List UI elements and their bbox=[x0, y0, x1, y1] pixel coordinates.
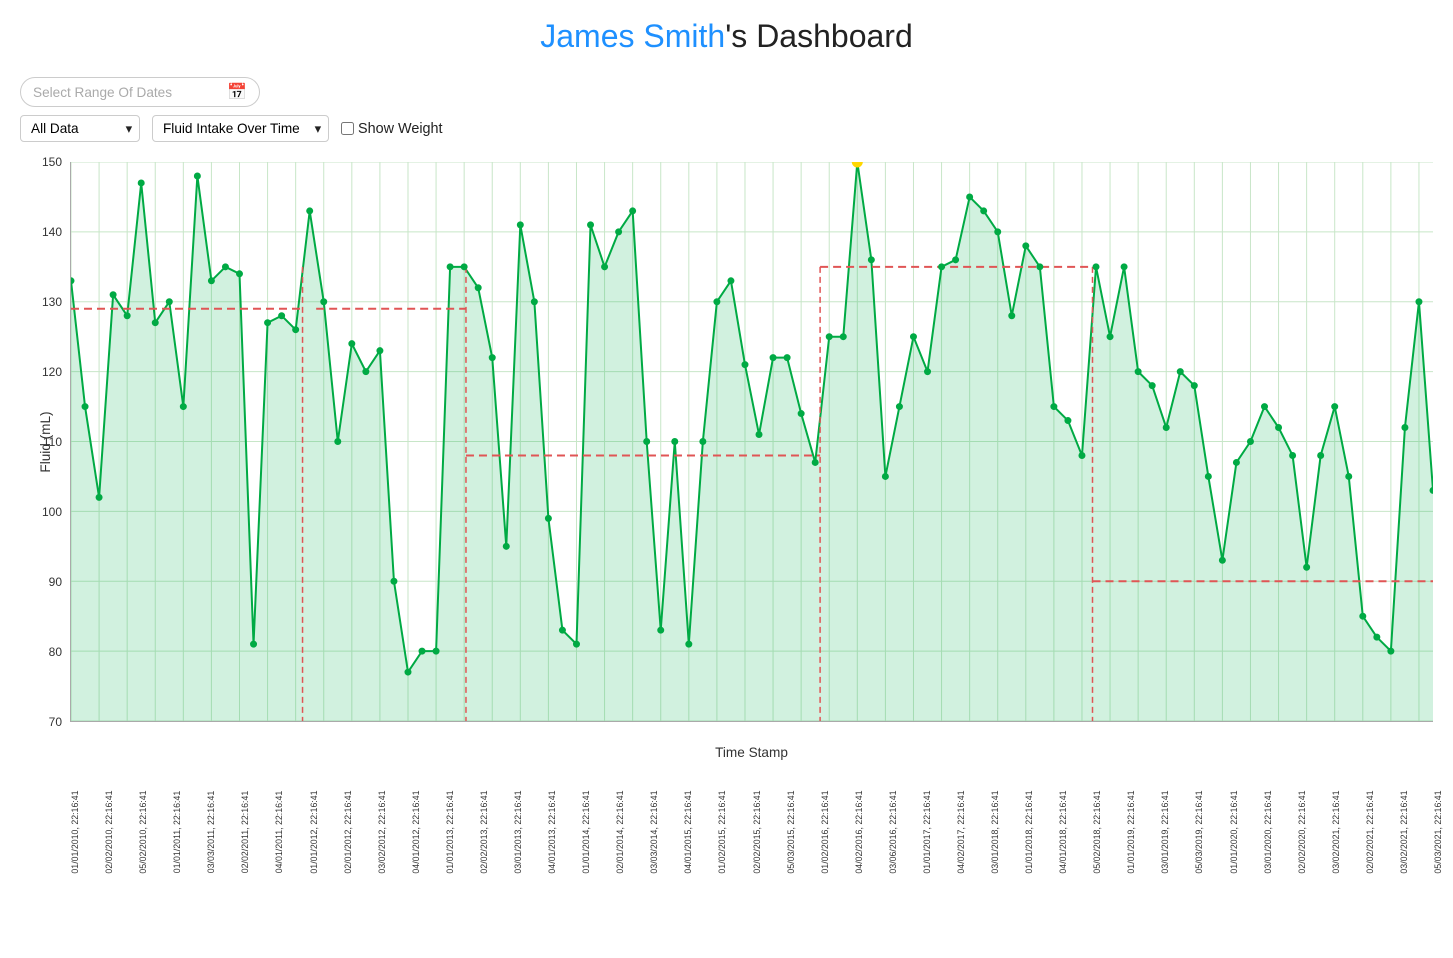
x-tick-label: 05/02/2018, 22:16:41 bbox=[1092, 790, 1102, 873]
x-tick-label: 01/01/2017, 22:16:41 bbox=[922, 790, 932, 873]
x-tick-label: 05/03/2021, 22:16:41 bbox=[1433, 790, 1443, 873]
x-tick-label: 02/01/2014, 22:16:41 bbox=[615, 790, 625, 873]
x-axis-label: Time Stamp bbox=[715, 745, 788, 760]
x-tick-label: 04/02/2016, 22:16:41 bbox=[854, 790, 864, 873]
x-tick-label: 01/01/2013, 22:16:41 bbox=[445, 790, 455, 873]
x-tick-label: 03/03/2011, 22:16:41 bbox=[206, 791, 216, 874]
calendar-icon: 📅 bbox=[227, 82, 247, 102]
x-tick-label: 01/01/2012, 22:16:41 bbox=[309, 790, 319, 873]
x-tick-label: 03/02/2012, 22:16:41 bbox=[377, 790, 387, 873]
y-tick-label: 70 bbox=[49, 715, 62, 729]
y-tick-label: 150 bbox=[42, 155, 62, 169]
chart-area bbox=[70, 162, 1433, 722]
x-tick-label: 02/02/2021, 22:16:41 bbox=[1365, 790, 1375, 873]
x-tick-label: 04/01/2013, 22:16:41 bbox=[547, 790, 557, 873]
y-tick-label: 100 bbox=[42, 505, 62, 519]
x-tick-label: 03/03/2014, 22:16:41 bbox=[649, 790, 659, 873]
all-data-select-wrapper: All DataLast 30 DaysLast 90 DaysLast Yea… bbox=[20, 115, 140, 142]
y-tick-label: 120 bbox=[42, 365, 62, 379]
x-tick-label: 05/02/2010, 22:16:41 bbox=[138, 790, 148, 873]
x-tick-label: 02/02/2010, 22:16:41 bbox=[104, 790, 114, 873]
x-tick-label: 05/03/2019, 22:16:41 bbox=[1194, 790, 1204, 873]
x-tick-label: 02/02/2015, 22:16:41 bbox=[752, 790, 762, 873]
x-tick-label: 03/01/2018, 22:16:41 bbox=[990, 790, 1000, 873]
x-tick-label: 03/02/2021, 22:16:41 bbox=[1331, 790, 1341, 873]
x-tick-label: 04/01/2011, 22:16:41 bbox=[274, 791, 284, 874]
y-tick-label: 110 bbox=[43, 435, 62, 449]
x-tick-label: 01/01/2014, 22:16:41 bbox=[581, 790, 591, 873]
x-tick-label: 01/01/2018, 22:16:41 bbox=[1024, 790, 1034, 873]
x-tick-label: 02/02/2011, 22:16:41 bbox=[240, 791, 250, 874]
x-tick-label: 01/01/2020, 22:16:41 bbox=[1229, 790, 1239, 873]
chart-type-select-wrapper: Fluid Intake Over TimeWeight Over TimeBo… bbox=[152, 115, 329, 142]
show-weight-label[interactable]: Show Weight bbox=[341, 121, 443, 137]
filter-row: All DataLast 30 DaysLast 90 DaysLast Yea… bbox=[20, 115, 1433, 142]
page-title: James Smith's Dashboard bbox=[0, 0, 1453, 67]
date-range-input[interactable]: Select Range Of Dates 📅 bbox=[20, 77, 260, 107]
x-tick-label: 01/02/2016, 22:16:41 bbox=[820, 790, 830, 873]
y-tick-label: 130 bbox=[42, 295, 62, 309]
x-tick-label: 01/01/2019, 22:16:41 bbox=[1126, 790, 1136, 873]
x-tick-label: 02/02/2020, 22:16:41 bbox=[1297, 790, 1307, 873]
x-tick-label: 04/02/2017, 22:16:41 bbox=[956, 790, 966, 873]
chart-type-select[interactable]: Fluid Intake Over TimeWeight Over TimeBo… bbox=[152, 115, 329, 142]
show-weight-text: Show Weight bbox=[358, 121, 443, 137]
x-tick-label: 01/02/2015, 22:16:41 bbox=[717, 790, 727, 873]
x-tick-label: 05/03/2015, 22:16:41 bbox=[786, 790, 796, 873]
x-tick-label: 04/01/2012, 22:16:41 bbox=[411, 790, 421, 873]
y-tick-labels: 708090100110120130140150 bbox=[22, 162, 66, 722]
date-range-placeholder: Select Range Of Dates bbox=[33, 85, 172, 100]
x-tick-label: 04/01/2015, 22:16:41 bbox=[683, 790, 693, 873]
x-tick-label: 02/01/2012, 22:16:41 bbox=[343, 790, 353, 873]
x-tick-label: 03/01/2019, 22:16:41 bbox=[1160, 790, 1170, 873]
all-data-select[interactable]: All DataLast 30 DaysLast 90 DaysLast Yea… bbox=[20, 115, 140, 142]
x-tick-label: 03/06/2016, 22:16:41 bbox=[888, 790, 898, 873]
patient-name: James Smith bbox=[540, 18, 725, 54]
x-tick-label: 03/01/2020, 22:16:41 bbox=[1263, 790, 1273, 873]
x-tick-label: 01/01/2010, 22:16:41 bbox=[70, 790, 80, 873]
x-tick-label: 04/01/2018, 22:16:41 bbox=[1058, 790, 1068, 873]
y-tick-label: 80 bbox=[49, 645, 62, 659]
y-tick-label: 140 bbox=[42, 225, 62, 239]
x-tick-label: 03/02/2021, 22:16:41 bbox=[1399, 790, 1409, 873]
y-tick-label: 90 bbox=[49, 575, 62, 589]
controls-panel: Select Range Of Dates 📅 All DataLast 30 … bbox=[0, 67, 1453, 152]
x-tick-label: 03/01/2013, 22:16:41 bbox=[513, 790, 523, 873]
x-tick-label: 02/02/2013, 22:16:41 bbox=[479, 790, 489, 873]
x-tick-label: 01/01/2011, 22:16:41 bbox=[172, 791, 182, 874]
show-weight-checkbox[interactable] bbox=[341, 122, 354, 135]
